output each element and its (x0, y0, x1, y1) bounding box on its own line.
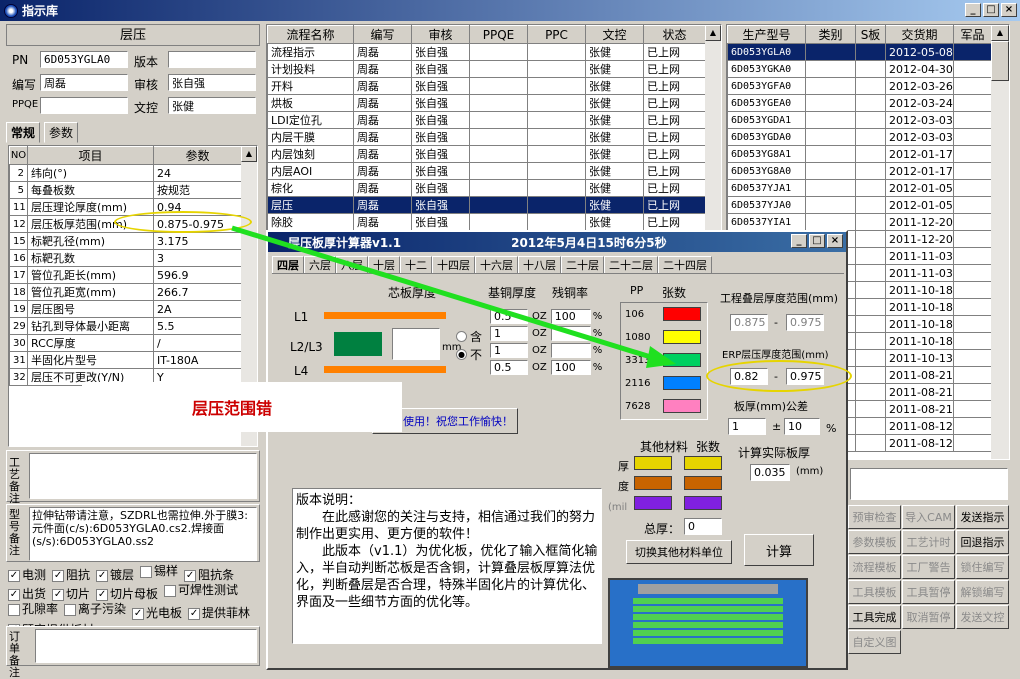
annotation-arrow (231, 225, 676, 368)
